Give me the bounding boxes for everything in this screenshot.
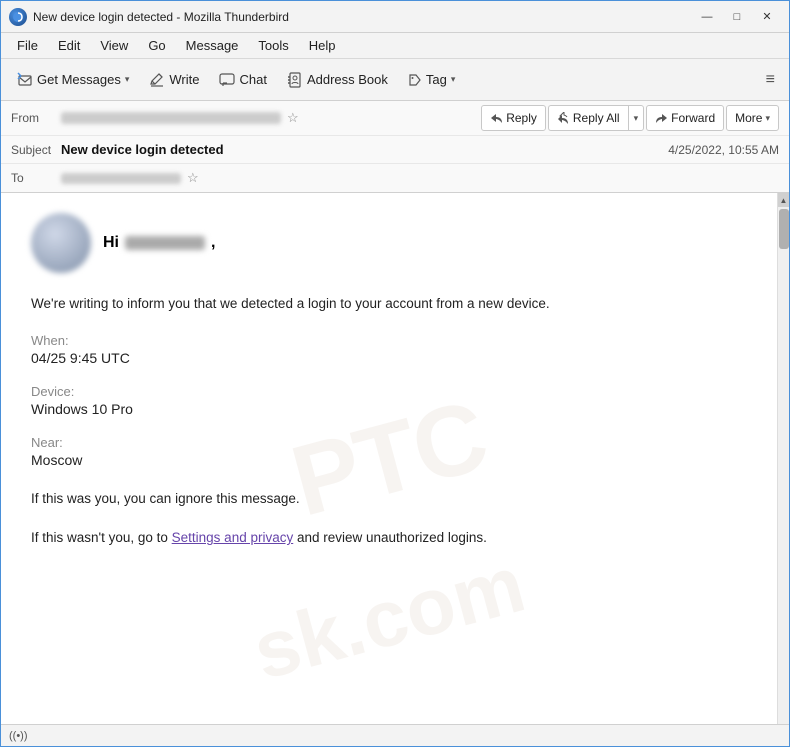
recipient-name-blurred (125, 236, 205, 250)
reply-all-dropdown-button[interactable]: ▾ (628, 105, 645, 131)
greeting-text: Hi , (103, 234, 215, 252)
menu-go[interactable]: Go (140, 36, 173, 55)
settings-privacy-link[interactable]: Settings and privacy (172, 530, 294, 545)
device-label: Device: (31, 384, 747, 399)
menu-message[interactable]: Message (178, 36, 247, 55)
to-address-blurred (61, 173, 181, 184)
write-button[interactable]: Write (141, 64, 207, 96)
to-row: To ☆ (1, 164, 789, 192)
email-body-container: PTC sk.com Hi , We're writing to inform … (1, 193, 789, 724)
email-date: 4/25/2022, 10:55 AM (668, 143, 779, 157)
footer-line-1: If this was you, you can ignore this mes… (31, 488, 747, 510)
reply-button[interactable]: Reply (481, 105, 546, 131)
from-address-blurred (61, 112, 281, 124)
reply-all-group: Reply All ▾ (548, 105, 644, 131)
forward-icon (655, 112, 668, 125)
scroll-thumb[interactable] (779, 209, 789, 249)
avatar-section: Hi , (31, 213, 747, 273)
device-field: Device: Windows 10 Pro (31, 384, 747, 417)
when-value: 04/25 9:45 UTC (31, 350, 747, 366)
reply-icon (490, 112, 503, 125)
avatar (31, 213, 91, 273)
menu-help[interactable]: Help (301, 36, 344, 55)
near-label: Near: (31, 435, 747, 450)
reply-all-icon (557, 112, 570, 125)
from-content: ☆ (61, 110, 299, 126)
subject-content: New device login detected 4/25/2022, 10:… (61, 142, 779, 157)
get-messages-dropdown-arrow[interactable]: ▾ (125, 74, 130, 85)
minimize-button[interactable]: — (693, 7, 721, 27)
main-window: New device login detected - Mozilla Thun… (0, 0, 790, 747)
tag-icon (408, 73, 422, 87)
app-logo (9, 8, 27, 26)
device-value: Windows 10 Pro (31, 401, 747, 417)
from-label: From (11, 111, 61, 125)
greeting-comma: , (211, 234, 215, 252)
statusbar: ((•)) (1, 724, 789, 746)
email-header: From ☆ Reply (1, 101, 789, 193)
address-book-button[interactable]: Address Book (279, 64, 396, 96)
scroll-up-button[interactable]: ▲ (778, 193, 790, 207)
address-book-icon (287, 72, 303, 88)
subject-text: New device login detected (61, 142, 224, 157)
avatar-image (31, 213, 91, 273)
email-action-buttons: Reply Reply All ▾ (481, 105, 779, 131)
email-body: PTC sk.com Hi , We're writing to inform … (1, 193, 777, 724)
subject-row: Subject New device login detected 4/25/2… (1, 136, 789, 164)
star-icon[interactable]: ☆ (287, 110, 299, 126)
reply-all-dropdown-arrow: ▾ (634, 113, 639, 124)
from-row: From ☆ Reply (1, 101, 789, 136)
scrollbar: ▲ (777, 193, 789, 724)
titlebar: New device login detected - Mozilla Thun… (1, 1, 789, 33)
get-messages-icon (17, 72, 33, 88)
footer-post-text: and review unauthorized logins. (293, 530, 487, 545)
chat-button[interactable]: Chat (211, 64, 274, 96)
to-star-icon[interactable]: ☆ (187, 170, 199, 186)
get-messages-button[interactable]: Get Messages ▾ (9, 64, 137, 96)
close-button[interactable]: ✕ (753, 7, 781, 27)
footer-pre-text: If this wasn't you, go to (31, 530, 172, 545)
chat-icon (219, 72, 235, 88)
to-label: To (11, 171, 61, 185)
body-paragraph: We're writing to inform you that we dete… (31, 293, 747, 315)
greeting-hi: Hi (103, 234, 119, 252)
hamburger-menu-button[interactable]: ≡ (760, 69, 781, 91)
near-field: Near: Moscow (31, 435, 747, 468)
when-field: When: 04/25 9:45 UTC (31, 333, 747, 366)
forward-button[interactable]: Forward (646, 105, 724, 131)
menu-view[interactable]: View (92, 36, 136, 55)
window-controls: — □ ✕ (693, 7, 781, 27)
near-value: Moscow (31, 452, 747, 468)
from-content-row: ☆ Reply (61, 105, 779, 131)
more-button[interactable]: More ▾ (726, 105, 779, 131)
status-icon: ((•)) (9, 730, 28, 742)
tag-dropdown-arrow[interactable]: ▾ (451, 74, 456, 85)
write-icon (149, 72, 165, 88)
maximize-button[interactable]: □ (723, 7, 751, 27)
reply-all-button[interactable]: Reply All (548, 105, 628, 131)
footer-line-2: If this wasn't you, go to Settings and p… (31, 527, 747, 549)
more-dropdown-arrow: ▾ (765, 113, 770, 124)
menu-edit[interactable]: Edit (50, 36, 88, 55)
menu-file[interactable]: File (9, 36, 46, 55)
menu-tools[interactable]: Tools (250, 36, 296, 55)
titlebar-left: New device login detected - Mozilla Thun… (9, 8, 289, 26)
window-title: New device login detected - Mozilla Thun… (33, 10, 289, 24)
menubar: File Edit View Go Message Tools Help (1, 33, 789, 59)
watermark2: sk.com (244, 538, 534, 698)
when-label: When: (31, 333, 747, 348)
subject-label: Subject (11, 143, 61, 157)
tag-button[interactable]: Tag ▾ (400, 64, 464, 96)
toolbar: Get Messages ▾ Write Chat (1, 59, 789, 101)
